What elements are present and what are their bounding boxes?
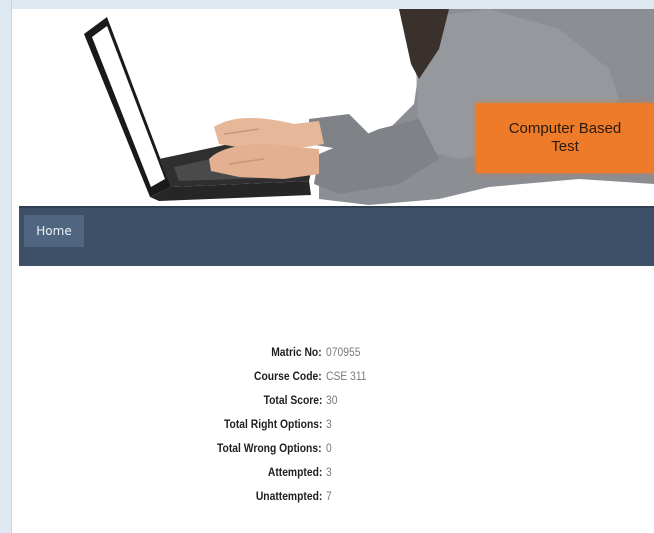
attempted-value: 3 [326, 465, 332, 479]
window-frame-left [0, 0, 12, 533]
total-score-value: 30 [326, 393, 338, 407]
total-wrong-options-label: Total Wrong Options: [217, 441, 322, 455]
result-row-attempted: Attempted: 3 [19, 465, 654, 481]
result-row-right-options: Total Right Options: 3 [19, 417, 654, 433]
window-frame-top [0, 0, 654, 9]
total-wrong-options-value: 0 [326, 441, 332, 455]
result-row-total-score: Total Score: 30 [19, 393, 654, 409]
result-row-course-code: Course Code: CSE 311 [19, 369, 654, 385]
computer-based-test-badge: Computer Based Test [476, 103, 654, 173]
course-code-label: Course Code: [254, 369, 322, 383]
unattempted-label: Unattempted: [255, 489, 322, 503]
result-row-unattempted: Unattempted: 7 [19, 489, 654, 505]
total-score-label: Total Score: [263, 393, 322, 407]
course-code-value: CSE 311 [326, 369, 367, 383]
matric-no-value: 070955 [326, 345, 361, 359]
result-row-wrong-options: Total Wrong Options: 0 [19, 441, 654, 457]
result-row-matric: Matric No: 070955 [19, 345, 654, 361]
badge-line-2: Test [551, 138, 579, 155]
total-right-options-label: Total Right Options: [223, 417, 322, 431]
total-right-options-value: 3 [326, 417, 332, 431]
badge-line-1: Computer Based [508, 120, 622, 137]
unattempted-value: 7 [326, 489, 332, 503]
nav-home-button[interactable]: Home [24, 215, 84, 247]
matric-no-label: Matric No: [271, 345, 322, 359]
attempted-label: Attempted: [267, 465, 322, 479]
header-banner: Computer Based Test [19, 9, 654, 206]
nav-bar: Home [19, 206, 654, 266]
